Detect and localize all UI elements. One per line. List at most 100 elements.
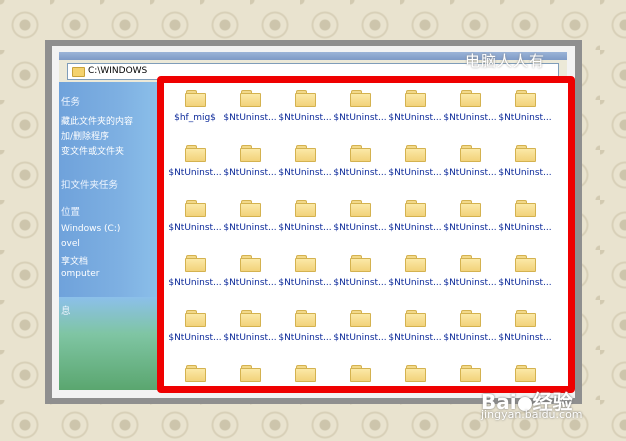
file-item[interactable] bbox=[222, 360, 278, 386]
folder-icon bbox=[405, 310, 426, 327]
file-item[interactable]: $NtUninst... bbox=[387, 85, 443, 141]
file-item[interactable]: $NtUninst... bbox=[387, 140, 443, 196]
folder-icon bbox=[240, 255, 261, 272]
folder-icon bbox=[405, 200, 426, 217]
file-label: $NtUninst... bbox=[278, 333, 332, 343]
file-item[interactable]: $NtUninst... bbox=[497, 195, 553, 251]
file-label: $NtUninst... bbox=[278, 278, 332, 288]
sidebar-item[interactable]: 任务 bbox=[61, 94, 161, 108]
folder-icon bbox=[185, 310, 206, 327]
file-item[interactable]: $NtUninst... bbox=[222, 195, 278, 251]
file-item[interactable]: $NtUninst... bbox=[497, 305, 553, 361]
folder-icon bbox=[295, 255, 316, 272]
file-item[interactable]: $NtUninst... bbox=[387, 305, 443, 361]
file-label: $NtUninst... bbox=[333, 333, 387, 343]
folder-icon bbox=[460, 145, 481, 162]
file-item[interactable]: $NtUninst... bbox=[277, 250, 333, 306]
file-label: $NtUninst... bbox=[168, 278, 222, 288]
file-item[interactable]: $NtUninst... bbox=[332, 85, 388, 141]
file-item[interactable]: $NtUninst... bbox=[442, 85, 498, 141]
file-label: $NtUninst... bbox=[388, 168, 442, 178]
folder-icon bbox=[295, 200, 316, 217]
folder-icon bbox=[185, 200, 206, 217]
file-label: $NtUninst... bbox=[388, 278, 442, 288]
folder-icon bbox=[515, 310, 536, 327]
folder-icon bbox=[515, 365, 536, 382]
file-label: $NtUninst... bbox=[443, 223, 497, 233]
file-item[interactable]: $NtUninst... bbox=[332, 140, 388, 196]
folder-icon bbox=[295, 365, 316, 382]
file-item[interactable]: $NtUninst... bbox=[442, 195, 498, 251]
sidebar-item[interactable]: 享文档 bbox=[61, 254, 161, 267]
file-item[interactable]: $NtUninst... bbox=[442, 305, 498, 361]
file-item[interactable]: $NtUninst... bbox=[277, 305, 333, 361]
file-item[interactable]: $NtUninst... bbox=[277, 140, 333, 196]
file-label: $NtUninst... bbox=[388, 223, 442, 233]
file-item[interactable]: $NtUninst... bbox=[222, 250, 278, 306]
file-item[interactable]: $NtUninst... bbox=[497, 85, 553, 141]
file-label: $NtUninst... bbox=[333, 168, 387, 178]
folder-icon bbox=[185, 145, 206, 162]
file-item[interactable]: $NtUninst... bbox=[497, 250, 553, 306]
file-item[interactable]: $NtUninst... bbox=[442, 250, 498, 306]
file-item[interactable] bbox=[332, 360, 388, 386]
watermark-text: 电脑人人有 bbox=[465, 52, 546, 70]
file-item[interactable]: $NtUninst... bbox=[167, 195, 223, 251]
folder-icon bbox=[350, 255, 371, 272]
file-label: $NtUninst... bbox=[278, 113, 332, 123]
file-item[interactable]: $NtUninst... bbox=[387, 195, 443, 251]
file-label: $NtUninst... bbox=[168, 168, 222, 178]
folder-icon bbox=[185, 365, 206, 382]
file-item[interactable]: $NtUninst... bbox=[442, 140, 498, 196]
file-item[interactable]: $NtUninst... bbox=[332, 250, 388, 306]
file-item[interactable]: $NtUninst... bbox=[167, 250, 223, 306]
sidebar-item[interactable]: 变文件或文件夹 bbox=[61, 144, 161, 157]
file-label: $NtUninst... bbox=[223, 168, 277, 178]
file-item[interactable]: $NtUninst... bbox=[387, 250, 443, 306]
sidebar-item[interactable]: 加/删除程序 bbox=[61, 129, 161, 142]
file-item[interactable]: $NtUninst... bbox=[277, 195, 333, 251]
file-item[interactable] bbox=[167, 360, 223, 386]
folder-icon bbox=[460, 310, 481, 327]
folder-icon bbox=[405, 145, 426, 162]
file-item[interactable]: $NtUninst... bbox=[222, 140, 278, 196]
file-item[interactable]: $NtUninst... bbox=[497, 140, 553, 196]
file-label: $NtUninst... bbox=[333, 278, 387, 288]
file-label: $NtUninst... bbox=[223, 113, 277, 123]
file-item[interactable] bbox=[277, 360, 333, 386]
file-item[interactable]: $NtUninst... bbox=[167, 140, 223, 196]
file-label: $NtUninst... bbox=[443, 113, 497, 123]
folder-icon bbox=[240, 200, 261, 217]
folder-icon bbox=[295, 90, 316, 107]
sidebar-item[interactable]: 藏此文件夹的内容 bbox=[61, 114, 161, 127]
file-item[interactable]: $NtUninst... bbox=[332, 195, 388, 251]
file-item[interactable]: $hf_mig$ bbox=[167, 85, 223, 141]
folder-icon bbox=[405, 365, 426, 382]
file-item[interactable]: $NtUninst... bbox=[167, 305, 223, 361]
sidebar-item[interactable]: 息 bbox=[61, 303, 161, 317]
sidebar-item[interactable]: Windows (C:) bbox=[61, 224, 161, 234]
sidebar-item[interactable]: 扣文件夹任务 bbox=[61, 177, 161, 191]
file-label: $NtUninst... bbox=[333, 223, 387, 233]
file-item[interactable]: $NtUninst... bbox=[222, 85, 278, 141]
sidebar-item[interactable]: omputer bbox=[61, 269, 161, 279]
file-item[interactable]: $NtUninst... bbox=[222, 305, 278, 361]
folder-icon bbox=[405, 90, 426, 107]
file-item[interactable] bbox=[387, 360, 443, 386]
file-item[interactable]: $NtUninst... bbox=[277, 85, 333, 141]
file-label: $NtUninst... bbox=[223, 223, 277, 233]
folder-icon bbox=[240, 90, 261, 107]
sidebar-item[interactable]: ovel bbox=[61, 239, 161, 249]
folder-icon bbox=[350, 90, 371, 107]
folder-icon bbox=[240, 145, 261, 162]
folder-icon bbox=[405, 255, 426, 272]
folder-icon bbox=[350, 200, 371, 217]
baidu-watermark: Bai 经验 jingyan.baidu.com bbox=[481, 386, 583, 421]
folder-icon bbox=[460, 90, 481, 107]
folder-icon bbox=[240, 310, 261, 327]
sidebar-item[interactable]: 位置 bbox=[61, 204, 161, 218]
folder-icon bbox=[515, 90, 536, 107]
baidu-url: jingyan.baidu.com bbox=[481, 408, 583, 421]
folder-icon bbox=[460, 200, 481, 217]
file-item[interactable]: $NtUninst... bbox=[332, 305, 388, 361]
